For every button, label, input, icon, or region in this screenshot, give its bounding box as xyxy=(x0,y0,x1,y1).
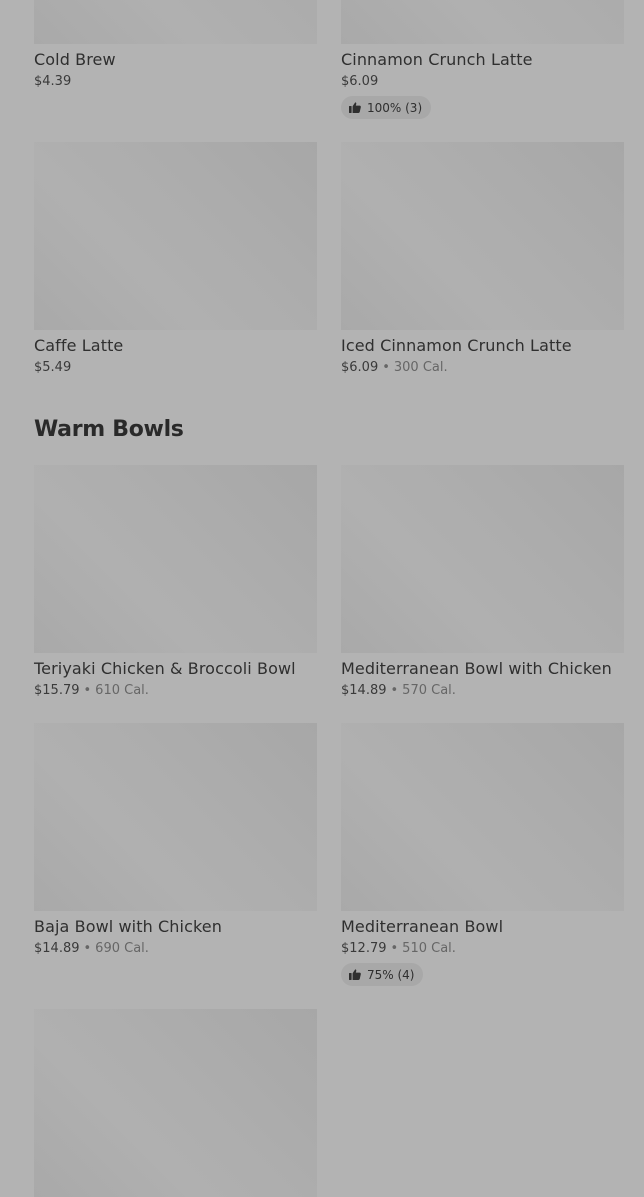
menu-item-calories: 570 Cal. xyxy=(402,683,456,698)
thumbs-up-icon xyxy=(349,969,361,980)
menu-item-price-line: $14.89 • 690 Cal. xyxy=(34,940,317,957)
menu-item-price: $14.89 xyxy=(341,683,387,698)
menu-item-image[interactable] xyxy=(341,723,624,911)
menu-item-card[interactable]: Mediterranean Bowl $12.79 • 510 Cal. 75% (… xyxy=(341,723,624,987)
top-items-grid: Cold Brew $4.39 Cinnamon Crunch Latte $6… xyxy=(34,0,624,378)
rating-text: 100% (3) xyxy=(367,100,423,115)
menu-item-calories: 610 Cal. xyxy=(95,683,149,698)
menu-item-price: $6.09 xyxy=(341,360,379,375)
menu-item-price: $5.49 xyxy=(34,360,72,375)
menu-page: Cold Brew $4.39 Cinnamon Crunch Latte $6… xyxy=(0,0,644,1197)
menu-item-card[interactable]: Caffe Latte $5.49 xyxy=(34,142,317,378)
menu-item-price-line: $12.79 • 510 Cal. xyxy=(341,940,624,957)
menu-item-image[interactable] xyxy=(34,0,317,44)
menu-item-image[interactable] xyxy=(341,142,624,330)
menu-item-image[interactable] xyxy=(34,1009,317,1197)
menu-item-name: Caffe Latte xyxy=(34,336,124,355)
separator-dot: • xyxy=(382,360,390,375)
menu-item-calories: 510 Cal. xyxy=(402,941,456,956)
menu-item-name: Baja Bowl with Chicken xyxy=(34,917,222,936)
menu-item-price: $6.09 xyxy=(341,74,379,89)
section-title-warm-bowls: Warm Bowls xyxy=(34,417,184,442)
menu-item-name: Cinnamon Crunch Latte xyxy=(341,50,533,69)
rating-text: 75% (4) xyxy=(367,967,415,982)
menu-item-price: $4.39 xyxy=(34,74,72,89)
rating-badge: 75% (4) xyxy=(341,963,424,986)
rating-badge: 100% (3) xyxy=(341,96,432,119)
menu-item-image[interactable] xyxy=(34,142,317,330)
menu-item-card[interactable]: Teriyaki Chicken & Broccoli Bowl $15.79 •… xyxy=(34,465,317,701)
separator-dot: • xyxy=(390,941,399,956)
menu-item-image[interactable] xyxy=(34,465,317,653)
menu-item-card[interactable]: Baja Bowl with Chicken $14.89 • 690 Cal. xyxy=(34,723,317,987)
menu-item-card[interactable] xyxy=(34,1009,317,1197)
menu-item-price-line: $6.09 xyxy=(341,73,624,90)
menu-item-card[interactable]: Iced Cinnamon Crunch Latte $6.09 • 300 Cal… xyxy=(341,142,624,378)
menu-item-price: $15.79 xyxy=(34,683,80,698)
menu-item-name: Mediterranean Bowl with Chicken xyxy=(341,659,612,678)
menu-item-price: $14.89 xyxy=(34,941,80,956)
menu-item-image[interactable] xyxy=(341,0,624,44)
menu-item-calories: 300 Cal. xyxy=(393,360,448,375)
thumbs-up-icon xyxy=(349,102,361,113)
menu-item-name: Teriyaki Chicken & Broccoli Bowl xyxy=(34,659,296,678)
menu-item-calories: 690 Cal. xyxy=(95,941,149,956)
separator-dot: • xyxy=(83,683,92,698)
menu-item-image[interactable] xyxy=(341,465,624,653)
menu-item-price-line: $15.79 • 610 Cal. xyxy=(34,682,317,699)
menu-item-image[interactable] xyxy=(34,723,317,911)
warm-bowls-grid: Teriyaki Chicken & Broccoli Bowl $15.79 •… xyxy=(34,465,624,1197)
menu-item-name: Iced Cinnamon Crunch Latte xyxy=(341,336,572,355)
menu-item-name: Mediterranean Bowl xyxy=(341,917,504,936)
menu-item-card[interactable]: Mediterranean Bowl with Chicken $14.89 • 5… xyxy=(341,465,624,701)
menu-item-card[interactable]: Cold Brew $4.39 xyxy=(34,0,317,120)
menu-item-price: $12.79 xyxy=(341,941,387,956)
menu-item-price-line: $5.49 xyxy=(34,359,317,376)
menu-item-price-line: $4.39 xyxy=(34,73,317,90)
separator-dot: • xyxy=(390,683,399,698)
menu-item-price-line: $6.09 • 300 Cal. xyxy=(341,359,624,376)
menu-item-name: Cold Brew xyxy=(34,50,116,69)
separator-dot: • xyxy=(83,941,92,956)
menu-item-card[interactable]: Cinnamon Crunch Latte $6.09 100% (3) xyxy=(341,0,624,120)
menu-item-price-line: $14.89 • 570 Cal. xyxy=(341,682,624,699)
